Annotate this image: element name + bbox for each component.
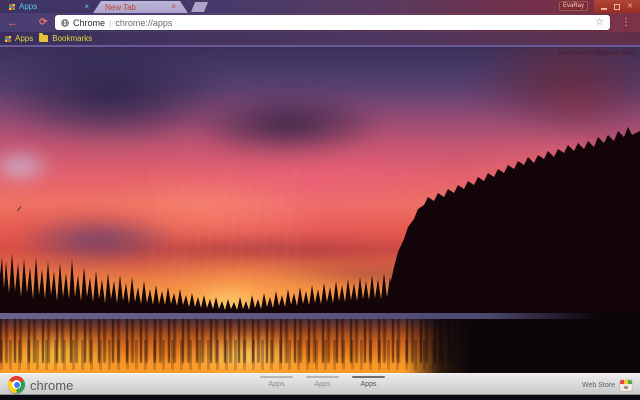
bookmark-label: Bookmarks [52,34,93,43]
bookmarks-bar: Apps Bookmarks [0,32,640,47]
watermark-email: evatmray87@gmail.com [558,50,634,57]
launcher-page-apps-1[interactable]: Apps [260,376,293,388]
chrome-theme-preview: Apps × New Tab × EvaRay ✕ ← → ⟳ Chrome |… [0,0,640,400]
tab-new-tab[interactable]: New Tab × [93,1,188,13]
mountain-treeline-silhouette [0,127,640,313]
theme-background-photo: evatmray87@gmail.com [0,47,640,373]
apps-grid-icon [5,35,11,42]
bookmark-star-icon[interactable]: ☆ [595,17,604,28]
omnibox[interactable]: Chrome | chrome://apps ☆ [55,15,610,30]
reload-icon[interactable]: ⟳ [39,13,47,32]
profile-badge[interactable]: EvaRay [558,1,588,11]
menu-dots-icon[interactable]: ⋮ [621,13,631,32]
web-store-link[interactable]: Web Store [582,374,632,396]
apps-grid-favicon [9,3,15,10]
minimize-icon[interactable] [601,7,608,10]
window-controls: ✕ [594,0,640,13]
new-tab-button[interactable] [191,2,208,12]
page-indicator-line [306,376,339,378]
bottom-edge-strip [0,395,640,400]
bookmark-label: Apps [15,34,34,43]
bookmark-item-bookmarks[interactable]: Bookmarks [39,33,93,43]
bookmark-item-apps[interactable]: Apps [5,34,33,43]
tab-strip: Apps × New Tab × EvaRay ✕ [0,0,640,13]
omnibox-site-label: Chrome [73,17,106,28]
tab-close-icon[interactable]: × [84,2,89,11]
chrome-logo-icon [8,376,25,393]
web-store-icon [620,379,632,391]
forward-icon[interactable]: → [23,13,34,32]
launcher-bar: chrome Apps Apps Apps Web Store [0,373,640,395]
launcher-page-indicators: Apps Apps Apps [260,376,385,388]
omnibox-url[interactable]: chrome://apps [115,18,591,28]
launcher-page-apps-2[interactable]: Apps [306,376,339,388]
maximize-icon[interactable] [614,3,621,10]
tab-apps[interactable]: Apps × [6,0,92,13]
tab-new-tab-label: New Tab [105,2,136,12]
launcher-page-apps-3[interactable]: Apps [352,376,385,388]
page-indicator-line [352,376,385,378]
tab-close-icon[interactable]: × [171,3,176,11]
page-indicator-line [260,376,293,378]
omnibox-separator: | [109,17,112,28]
chrome-brand-label: chrome [30,377,74,393]
toolbar: ← → ⟳ Chrome | chrome://apps ☆ ⋮ [0,13,640,32]
back-icon[interactable]: ← [7,13,18,32]
folder-icon [39,33,49,42]
tab-apps-label: Apps [19,2,38,11]
globe-icon [61,18,69,27]
close-icon[interactable]: ✕ [627,3,633,10]
